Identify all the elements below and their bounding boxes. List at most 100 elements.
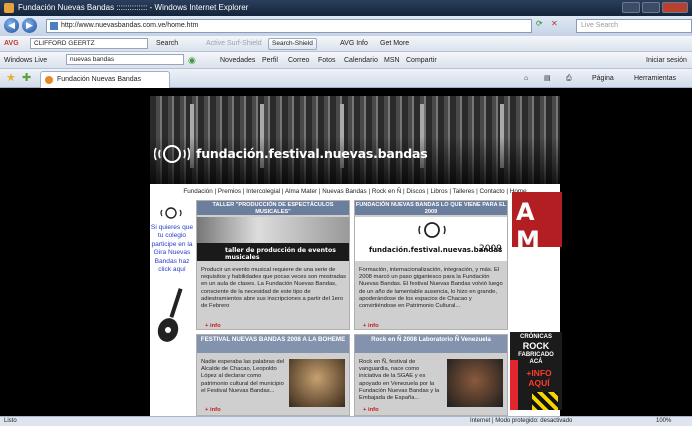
more-info-link[interactable]: + info — [205, 323, 221, 329]
live-link-2[interactable]: Correo — [288, 52, 309, 69]
card-photo-concert — [289, 359, 345, 407]
card-title[interactable]: Rock en Ñ 2008 Laboratorio Ñ Venezuela — [355, 335, 507, 353]
home-icon[interactable]: ⌂ — [524, 69, 528, 88]
live-link-3[interactable]: Fotos — [318, 52, 336, 69]
card-body: Nadie esperaba las palabras del Alcalde … — [201, 359, 285, 394]
card-lo-que-viene: FUNDACIÓN NUEVAS BANDAS LO QUE VIENE PAR… — [354, 200, 508, 330]
live-link-4[interactable]: Calendario — [344, 52, 378, 69]
url-text: http://www.nuevasbandas.com.ve/home.htm — [61, 22, 199, 29]
nav-premios[interactable]: Premios — [218, 188, 241, 195]
sidebar-promo-text[interactable]: Si quieres que tu colegio participe en l… — [150, 224, 194, 274]
sidebar-promo[interactable]: Si quieres que tu colegio participe en l… — [150, 200, 194, 416]
card-rock-en-n: Rock en Ñ 2008 Laboratorio Ñ Venezuela R… — [354, 334, 508, 416]
live-search-go-icon[interactable]: ◉ — [188, 52, 196, 69]
tab-active[interactable]: Fundación Nuevas Bandas :::::::::::::: — [40, 71, 170, 98]
windows-live-logo: Windows Live — [4, 57, 48, 64]
maximize-button[interactable] — [642, 2, 660, 13]
card-body: Formación, internacionalización, integra… — [359, 267, 503, 310]
site-nav: Fundación | Premios | Intercolegial | Al… — [150, 186, 560, 197]
nav-rock-en-n[interactable]: Rock en Ñ — [372, 188, 401, 195]
card-title[interactable]: FESTIVAL NUEVAS BANDAS 2008 A LA BOHEME — [197, 335, 349, 353]
get-more-button[interactable]: Get More — [380, 36, 409, 52]
page-menu[interactable]: Página — [592, 69, 614, 88]
ad-red-bar — [510, 360, 518, 410]
card-title[interactable]: TALLER "PRODUCCIÓN DE ESPECTÁCULOS MUSIC… — [197, 201, 349, 215]
ad-stripes — [532, 392, 558, 410]
window-title: Fundación Nuevas Bandas :::::::::::::: -… — [18, 3, 249, 12]
card-image-year: 2009 — [479, 244, 502, 254]
live-link-0[interactable]: Novedades — [220, 52, 255, 69]
avg-info-button[interactable]: AVG Info — [340, 36, 368, 52]
ad-cronicas-rock[interactable]: CRÓNICAS ROCK FABRICADO ACÁ +INFO AQUÍ — [510, 332, 562, 410]
card-body: Rock en Ñ, festival de vanguardia, nace … — [359, 359, 440, 402]
minimize-button[interactable] — [622, 2, 640, 13]
ad-line3: FABRICADO — [518, 352, 554, 358]
window-controls — [622, 2, 688, 13]
card-image-2009: fundación.festival.nuevas.bandas 2009 — [355, 217, 507, 261]
page-icon — [50, 22, 58, 30]
search-placeholder: Live Search — [581, 22, 618, 29]
guitar-icon — [157, 288, 183, 342]
live-search-value: nuevas bandas — [70, 56, 115, 63]
address-input[interactable]: http://www.nuevasbandas.com.ve/home.htm — [46, 19, 532, 33]
active-surf-shield-button[interactable]: Active Surf-Shield — [206, 36, 262, 52]
windows-live-toolbar: Windows Live nuevas bandas ◉ Novedades P… — [0, 52, 692, 69]
refresh-icon[interactable]: ⟳ — [536, 19, 543, 28]
live-search-field[interactable]: nuevas bandas — [66, 54, 184, 65]
live-signin-link[interactable]: Iniciar sesión — [646, 52, 687, 69]
back-button[interactable]: ◀ — [4, 18, 19, 33]
stop-icon[interactable]: ✕ — [551, 19, 558, 28]
nav-talleres[interactable]: Talleres — [453, 188, 475, 195]
print-icon[interactable]: ⎙ — [566, 69, 572, 88]
ad-top-text: A M — [516, 198, 540, 247]
nav-fundacion[interactable]: Fundación — [183, 188, 212, 195]
card-festival-2008: FESTIVAL NUEVAS BANDAS 2008 A LA BOHEME … — [196, 334, 350, 416]
nav-discos[interactable]: Discos — [406, 188, 425, 195]
live-search-input[interactable]: Live Search — [576, 19, 692, 33]
search-shield-button[interactable]: Search-Shield — [268, 38, 317, 50]
tab-favicon — [45, 76, 53, 84]
ad-line2: ROCK — [522, 341, 550, 351]
live-link-5[interactable]: MSN — [384, 52, 400, 69]
feeds-icon[interactable]: ▤ — [544, 69, 551, 88]
favorites-star-icon[interactable]: ★ — [6, 71, 16, 86]
close-window-button[interactable] — [662, 2, 688, 13]
tab-row: ★ ✚ Fundación Nuevas Bandas ::::::::::::… — [0, 69, 692, 98]
status-bar: Listo Internet | Modo protegido: desacti… — [0, 416, 692, 426]
nav-intercolegial[interactable]: Intercolegial — [246, 188, 280, 195]
nav-libros[interactable]: Libros — [430, 188, 447, 195]
avg-user-field[interactable]: CLIFFORD GEERTZ — [30, 38, 148, 49]
headphone-logo-icon — [154, 145, 190, 163]
ad-line5: +INFO — [526, 368, 552, 378]
ad-line1: CRÓNICAS — [519, 334, 552, 340]
ad-banner-top[interactable]: A M — [512, 192, 562, 247]
live-link-6[interactable]: Compartir — [406, 52, 437, 69]
avg-toolbar: AVG CLIFFORD GEERTZ Search Active Surf-S… — [0, 36, 692, 52]
search-shield-label: Search-Shield — [272, 40, 313, 47]
headphone-logo-icon — [418, 222, 446, 238]
nav-alma-mater[interactable]: Alma Mater — [285, 188, 317, 195]
live-link-1[interactable]: Perfil — [262, 52, 278, 69]
card-taller: TALLER "PRODUCCIÓN DE ESPECTÁCULOS MUSIC… — [196, 200, 350, 330]
more-info-link[interactable]: + info — [205, 407, 221, 413]
nav-nuevas-bandas[interactable]: Nuevas Bandas — [322, 188, 366, 195]
site-brand[interactable]: fundación.festival.nuevas.bandas — [196, 146, 428, 161]
card-body: Producir un evento musical requiere de u… — [201, 267, 347, 310]
more-info-link[interactable]: + info — [363, 323, 379, 329]
more-info-link[interactable]: + info — [363, 407, 379, 413]
address-tools: ⟳ ✕ — [536, 19, 558, 28]
zoom-level[interactable]: 100% — [656, 417, 671, 426]
browser-viewport: fundación.festival.nuevas.bandas Fundaci… — [0, 88, 692, 416]
card-title[interactable]: FUNDACIÓN NUEVAS BANDAS LO QUE VIENE PAR… — [355, 201, 507, 215]
forward-button[interactable]: ▶ — [22, 18, 37, 33]
tools-menu[interactable]: Herramientas — [634, 69, 676, 88]
avg-search-button[interactable]: Search — [156, 36, 178, 52]
security-zone[interactable]: Internet | Modo protegido: desactivado — [470, 417, 572, 426]
add-favorites-icon[interactable]: ✚ — [22, 71, 31, 86]
ad-line6: AQUÍ — [528, 378, 550, 388]
avg-logo: AVG — [4, 40, 19, 47]
card-image-taller: taller de producción de eventos musicale… — [197, 217, 349, 261]
avg-user-value: CLIFFORD GEERTZ — [34, 40, 95, 47]
card-image-caption: taller de producción de eventos musicale… — [225, 247, 336, 261]
nav-contacto[interactable]: Contacto — [479, 188, 504, 195]
